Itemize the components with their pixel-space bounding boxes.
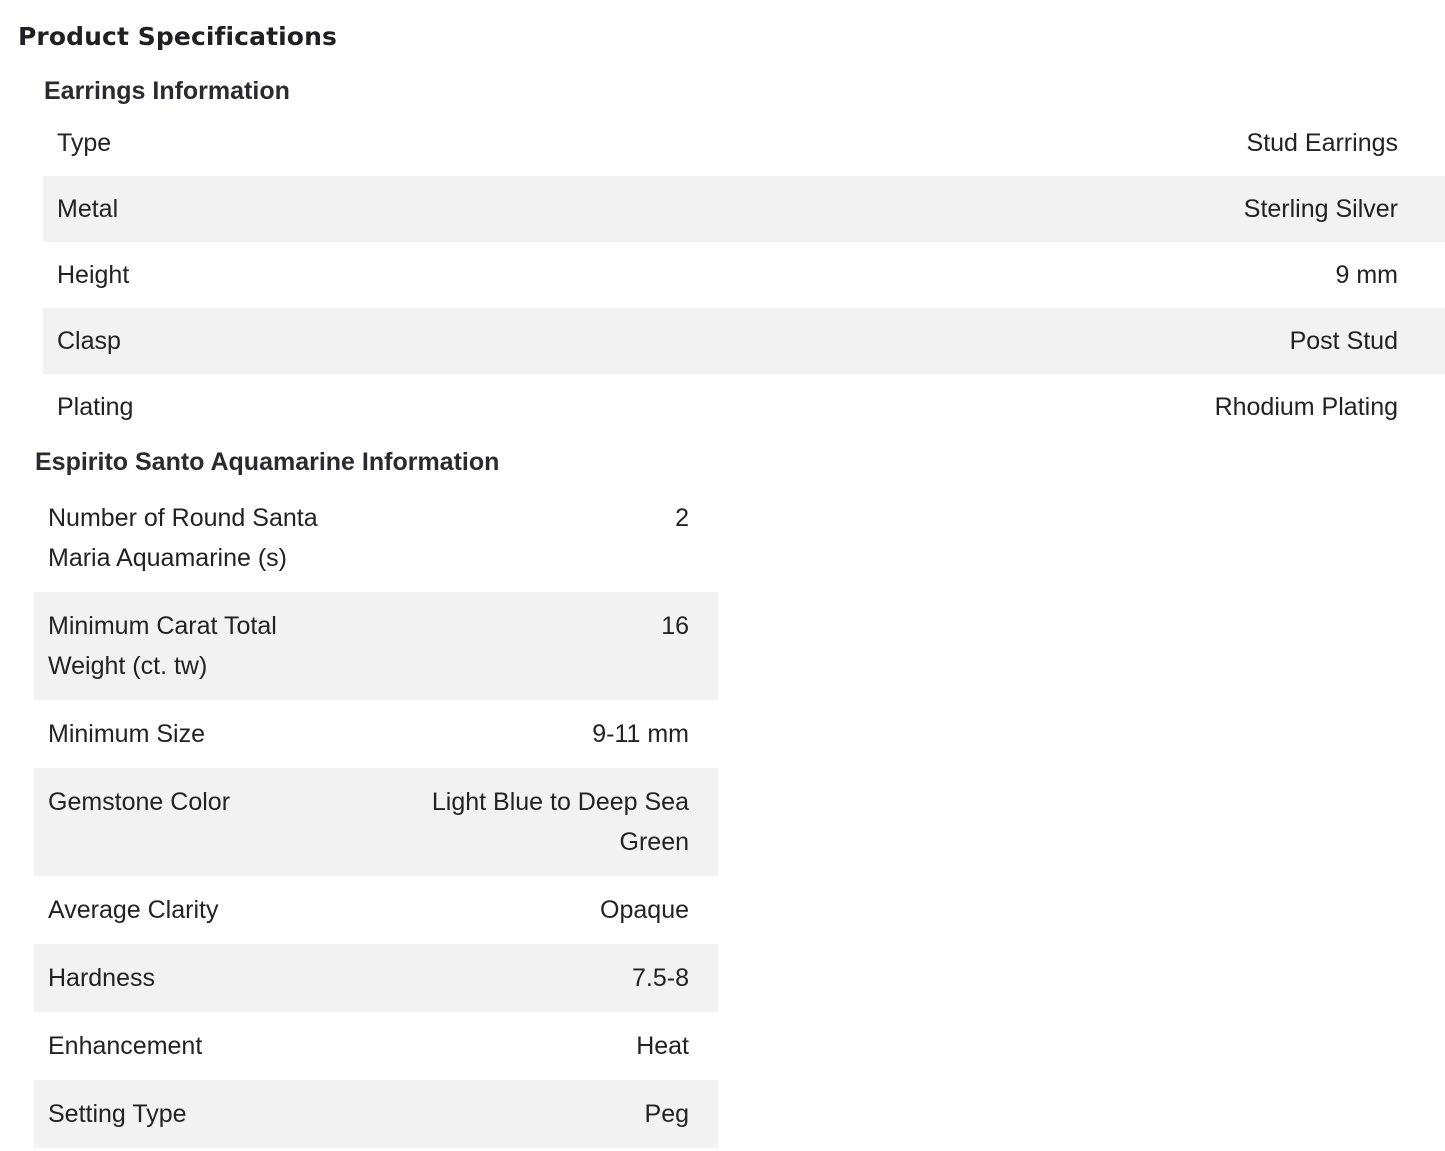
spec-value: 9 mm — [1335, 260, 1399, 289]
spec-label: Minimum Carat Total Weight (ct. tw) — [48, 612, 277, 680]
spec-label: Average Clarity — [48, 896, 219, 924]
gemstone-spec-table: Number of Round Santa Maria Aquamarine (… — [34, 484, 718, 1148]
spec-value: Stud Earrings — [1246, 128, 1398, 157]
spec-row-min-size: Minimum Size 9-11 mm — [34, 700, 718, 768]
spec-value: 7.5-8 — [632, 964, 689, 992]
spec-row-setting-type: Setting Type Peg — [34, 1080, 718, 1148]
spec-row-type: Type Stud Earrings — [43, 110, 1445, 176]
spec-value: 2 — [675, 504, 689, 532]
spec-label: Clasp — [57, 326, 121, 355]
spec-row-enhancement: Enhancement Heat — [34, 1012, 718, 1080]
spec-value: Opaque — [600, 896, 689, 924]
spec-label: Minimum Size — [48, 720, 205, 748]
spec-label: Type — [57, 128, 112, 157]
spec-row-clasp: Clasp Post Stud — [43, 308, 1445, 374]
gemstone-section-title: Espirito Santo Aquamarine Information — [35, 448, 500, 476]
spec-label: Metal — [57, 194, 119, 223]
spec-row-carat-weight: Minimum Carat Total Weight (ct. tw) 16 — [34, 592, 718, 700]
spec-value: Heat — [636, 1032, 689, 1060]
spec-row-gem-color: Gemstone Color Light Blue to Deep Sea Gr… — [34, 768, 718, 876]
spec-label: Number of Round Santa Maria Aquamarine (… — [48, 504, 318, 572]
spec-value: 16 — [661, 612, 689, 640]
spec-label: Plating — [57, 392, 134, 421]
spec-label: Gemstone Color — [48, 788, 231, 816]
spec-value: 9-11 mm — [592, 720, 689, 748]
spec-row-clarity: Average Clarity Opaque — [34, 876, 718, 944]
earrings-spec-table: Type Stud Earrings Metal Sterling Silver… — [43, 110, 1445, 440]
spec-row-hardness: Hardness 7.5-8 — [34, 944, 718, 1012]
earrings-section-title: Earrings Information — [44, 77, 290, 105]
spec-value: Sterling Silver — [1243, 194, 1398, 223]
spec-row-height: Height 9 mm — [43, 242, 1445, 308]
spec-value: Peg — [644, 1100, 689, 1128]
spec-label: Hardness — [48, 964, 155, 992]
spec-value: Rhodium Plating — [1214, 392, 1398, 421]
spec-row-stone-count: Number of Round Santa Maria Aquamarine (… — [34, 484, 718, 592]
spec-row-metal: Metal Sterling Silver — [43, 176, 1445, 242]
spec-value: Post Stud — [1289, 326, 1398, 355]
spec-label: Setting Type — [48, 1100, 187, 1128]
page-title: Product Specifications — [18, 22, 337, 51]
spec-row-plating: Plating Rhodium Plating — [43, 374, 1445, 440]
spec-label: Height — [57, 260, 130, 289]
spec-label: Enhancement — [48, 1032, 203, 1060]
spec-value: Light Blue to Deep Sea Green — [431, 788, 689, 856]
